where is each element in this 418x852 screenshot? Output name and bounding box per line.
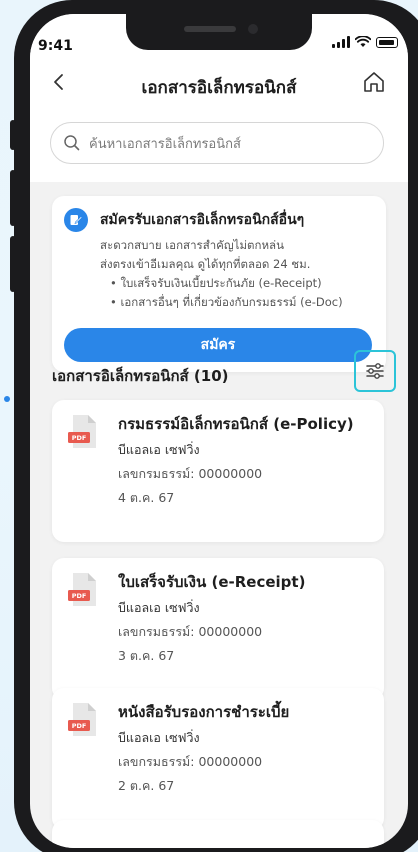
document-date: 2 ต.ค. 67	[118, 778, 175, 793]
document-policy-number: เลขกรมธรรม์: 00000000	[118, 624, 263, 639]
document-card[interactable]: PDF หนังสือรับรองการชำระเบี้ย บีแอลเอ เซ…	[52, 688, 384, 830]
promo-description: สะดวกสบาย เอกสารสำคัญไม่ตกหล่น ส่งตรงเข้…	[100, 236, 380, 312]
speaker	[184, 26, 236, 32]
pdf-file-icon: PDF	[68, 415, 96, 448]
pdf-label: PDF	[72, 434, 87, 442]
document-date: 3 ต.ค. 67	[118, 648, 175, 663]
search-input[interactable]: ค้นหาเอกสารอิเล็กทรอนิกส์	[50, 122, 384, 164]
pdf-label: PDF	[72, 592, 87, 600]
promo-bullet-1: • ใบเสร็จรับเงินเบี้ยประกันภัย (e-Receip…	[110, 276, 322, 290]
document-card[interactable]: PDF ใบเสร็จรับเงิน (e-Receipt) บีแอลเอ เ…	[52, 558, 384, 700]
volume-down-button	[10, 236, 16, 292]
document-title: ใบเสร็จรับเงิน (e-Receipt)	[118, 573, 306, 591]
document-card[interactable]: PDF กรมธรรม์อิเล็กทรอนิกส์ (e-Policy) บี…	[52, 400, 384, 542]
document-policy-number: เลขกรมธรรม์: 00000000	[118, 754, 263, 769]
indicator-dot	[4, 396, 10, 402]
home-button[interactable]	[362, 70, 386, 94]
document-insurer: บีแอลเอ เซฟวิ่ง	[118, 442, 200, 457]
document-date: 4 ต.ค. 67	[118, 490, 175, 505]
document-card-partial[interactable]	[52, 820, 384, 848]
section-title: เอกสารอิเล็กทรอนิกส์ (10)	[52, 367, 229, 385]
search-placeholder: ค้นหาเอกสารอิเล็กทรอนิกส์	[89, 136, 241, 152]
search-icon	[64, 135, 80, 151]
camera	[248, 24, 258, 34]
promo-line-2: ส่งตรงเข้าอีเมลคุณ ดูได้ทุกที่ตลอด 24 ชม…	[100, 257, 311, 271]
home-icon	[364, 72, 384, 92]
filter-button[interactable]	[354, 350, 396, 392]
notch	[126, 14, 312, 50]
document-insurer: บีแอลเอ เซฟวิ่ง	[118, 600, 200, 615]
promo-bullet-2: • เอกสารอื่นๆ ที่เกี่ยวข้องกับกรมธรรม์ (…	[110, 295, 343, 309]
volume-up-button	[10, 170, 16, 226]
status-time: 9:41	[38, 38, 73, 54]
mute-switch	[10, 120, 16, 150]
subscribe-button[interactable]: สมัคร	[64, 328, 372, 362]
status-icons	[332, 36, 398, 48]
pdf-label: PDF	[72, 722, 87, 730]
promo-card: สมัครรับเอกสารอิเล็กทรอนิกส์อื่นๆ สะดวกส…	[52, 196, 386, 372]
pdf-file-icon: PDF	[68, 573, 96, 606]
filter-sliders-icon	[366, 363, 384, 379]
page-title: เอกสารอิเล็กทรอนิกส์	[141, 78, 297, 98]
promo-line-1: สะดวกสบาย เอกสารสำคัญไม่ตกหล่น	[100, 238, 284, 252]
battery-icon	[376, 37, 398, 48]
cellular-signal-icon	[332, 36, 350, 48]
document-title: กรมธรรม์อิเล็กทรอนิกส์ (e-Policy)	[118, 415, 354, 433]
wifi-icon	[355, 36, 371, 47]
document-policy-number: เลขกรมธรรม์: 00000000	[118, 466, 263, 481]
document-insurer: บีแอลเอ เซฟวิ่ง	[118, 730, 200, 745]
edit-document-icon	[64, 208, 88, 232]
promo-title: สมัครรับเอกสารอิเล็กทรอนิกส์อื่นๆ	[100, 212, 305, 228]
app-screen: 9:41 เอกสารอิเล็กทรอนิกส์ ค้นหาเอกสารอิเ…	[30, 14, 408, 848]
pdf-file-icon: PDF	[68, 703, 96, 736]
document-title: หนังสือรับรองการชำระเบี้ย	[118, 703, 290, 721]
nav-header: เอกสารอิเล็กทรอนิกส์	[30, 66, 408, 106]
